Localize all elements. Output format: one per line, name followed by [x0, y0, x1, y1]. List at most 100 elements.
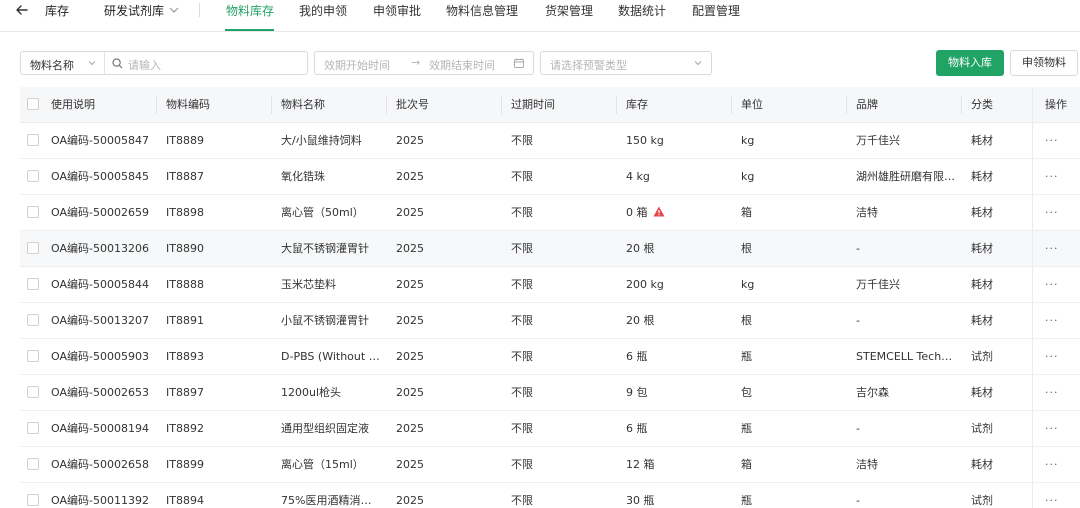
cell-desc: OA编码-50005844	[51, 267, 151, 302]
row-checkbox[interactable]	[27, 422, 39, 434]
cell-brand: 洁特	[856, 195, 956, 230]
cell-code-text: IT8898	[166, 206, 204, 219]
row-more-button[interactable]: ···	[1045, 195, 1075, 230]
cell-batch: 2025	[396, 483, 496, 508]
warning-type-select[interactable]: 请选择预警类型	[540, 51, 712, 75]
row-more-button[interactable]: ···	[1045, 123, 1075, 158]
header-actions: 操作	[1045, 98, 1067, 111]
table-row[interactable]: OA编码-50005903 IT8893 D-PBS (Without Calciu…	[20, 339, 1080, 375]
cell-name: 1200ul枪头	[281, 375, 381, 410]
cell-name-text: 玉米芯垫料	[281, 278, 336, 291]
cell-unit-text: kg	[741, 278, 755, 291]
row-checkbox[interactable]	[27, 134, 39, 146]
row-checkbox[interactable]	[27, 314, 39, 326]
cell-name-text: 大鼠不锈钢灌胃针	[281, 242, 369, 255]
tab-material-info[interactable]: 物料信息管理	[446, 2, 518, 19]
cell-unit-text: 根	[741, 314, 752, 327]
cell-stock-text: 4 kg	[626, 170, 650, 183]
row-checkbox[interactable]	[27, 242, 39, 254]
nav-divider	[199, 3, 200, 17]
cell-name-text: 通用型组织固定液	[281, 422, 369, 435]
row-checkbox[interactable]	[27, 206, 39, 218]
cell-unit: 根	[741, 303, 841, 338]
row-more-button[interactable]: ···	[1045, 447, 1075, 482]
row-checkbox[interactable]	[27, 278, 39, 290]
cell-category-text: 试剂	[971, 350, 993, 363]
cell-unit: kg	[741, 159, 841, 194]
table-row[interactable]: OA编码-50013206 IT8890 大鼠不锈钢灌胃针 2025 不限 20 根 根 - 耗…	[20, 231, 1080, 267]
table-row[interactable]: OA编码-50008194 IT8892 通用型组织固定液 2025 不限 6 瓶 瓶 - 试剂…	[20, 411, 1080, 447]
cell-category-text: 耗材	[971, 134, 993, 147]
header-brand: 品牌	[856, 98, 878, 111]
row-checkbox[interactable]	[27, 386, 39, 398]
row-checkbox[interactable]	[27, 170, 39, 182]
select-all-checkbox[interactable]	[27, 98, 39, 110]
tab-config[interactable]: 配置管理	[692, 2, 740, 19]
chevron-down-icon	[694, 61, 702, 66]
table-row[interactable]: OA编码-50002653 IT8897 1200ul枪头 2025 不限 9 包 包 吉尔森…	[20, 375, 1080, 411]
library-selector[interactable]: 研发试剂库	[104, 2, 164, 19]
row-checkbox[interactable]	[27, 458, 39, 470]
cell-code-text: IT8889	[166, 134, 204, 147]
row-more-button-text: ···	[1045, 386, 1059, 399]
table-row[interactable]: OA编码-50005845 IT8887 氧化锆珠 2025 不限 4 kg kg 湖州雄胜研…	[20, 159, 1080, 195]
date-start-input[interactable]: 效期开始时间	[324, 57, 390, 73]
cell-category-text: 耗材	[971, 314, 993, 327]
row-more-button[interactable]: ···	[1045, 267, 1075, 302]
tab-material-stock[interactable]: 物料库存	[226, 2, 274, 19]
cell-desc: OA编码-50011392	[51, 483, 151, 508]
chevron-down-icon[interactable]	[168, 4, 180, 16]
chevron-down-icon[interactable]	[87, 58, 97, 68]
cell-code: IT8898	[166, 195, 266, 230]
expiry-date-range[interactable]: 效期开始时间 → 效期结束时间	[314, 51, 534, 75]
cell-unit: 箱	[741, 195, 841, 230]
cell-category-text: 耗材	[971, 278, 993, 291]
row-more-button[interactable]: ···	[1045, 159, 1075, 194]
tab-claim-approval[interactable]: 申领审批	[373, 2, 421, 19]
row-checkbox[interactable]	[27, 350, 39, 362]
cell-desc: OA编码-50002653	[51, 375, 151, 410]
cell-code-text: IT8891	[166, 314, 204, 327]
row-more-button[interactable]: ···	[1045, 375, 1075, 410]
table-row[interactable]: OA编码-50013207 IT8891 小鼠不锈钢灌胃针 2025 不限 20 根 根 - 耗…	[20, 303, 1080, 339]
row-checkbox[interactable]	[27, 494, 39, 506]
column-divider	[1032, 303, 1033, 338]
search-input[interactable]: 请输入	[128, 57, 161, 73]
row-more-button[interactable]: ···	[1045, 303, 1075, 338]
cell-expire: 不限	[511, 483, 611, 508]
cell-desc: OA编码-50013206	[51, 231, 151, 266]
row-more-button[interactable]: ···	[1045, 411, 1075, 446]
cell-stock-text: 150 kg	[626, 134, 664, 147]
row-more-button[interactable]: ···	[1045, 483, 1075, 508]
row-more-button[interactable]: ···	[1045, 231, 1075, 266]
cell-brand: 万千佳兴	[856, 123, 956, 158]
cell-expire-text: 不限	[511, 458, 533, 471]
cell-name: 大鼠不锈钢灌胃针	[281, 231, 381, 266]
cell-name: 玉米芯垫料	[281, 267, 381, 302]
table-row[interactable]: OA编码-50011392 IT8894 75%医用酒精消毒液 2025 不限 30 瓶 瓶…	[20, 483, 1080, 508]
table-row[interactable]: OA编码-50002658 IT8899 离心管（15ml） 2025 不限 12 箱 箱 洁…	[20, 447, 1080, 483]
column-divider	[156, 96, 157, 114]
material-inbound-button[interactable]: 物料入库	[936, 50, 1004, 76]
field-select[interactable]: 物料名称	[30, 57, 74, 73]
cell-code: IT8891	[166, 303, 266, 338]
claim-material-button[interactable]: 申领物料	[1010, 50, 1078, 76]
tab-my-claims[interactable]: 我的申领	[299, 2, 347, 19]
cell-stock: 4 kg	[626, 159, 726, 194]
table-row[interactable]: OA编码-50005844 IT8888 玉米芯垫料 2025 不限 200 kg kg 万千…	[20, 267, 1080, 303]
tab-statistics[interactable]: 数据统计	[618, 2, 666, 19]
tab-shelf-management[interactable]: 货架管理	[545, 2, 593, 19]
row-more-button[interactable]: ···	[1045, 339, 1075, 374]
arrow-left-icon[interactable]	[14, 2, 30, 18]
cell-name: 小鼠不锈钢灌胃针	[281, 303, 381, 338]
column-divider	[1032, 87, 1033, 122]
header-desc: 使用说明	[51, 98, 95, 111]
cell-brand: -	[856, 231, 956, 266]
date-end-input[interactable]: 效期结束时间	[429, 57, 495, 73]
cell-desc-text: OA编码-50008194	[51, 422, 149, 435]
cell-stock-text: 200 kg	[626, 278, 664, 291]
table-row[interactable]: OA编码-50002659 IT8898 离心管（50ml） 2025 不限 0 箱 箱 洁特…	[20, 195, 1080, 231]
table-row[interactable]: OA编码-50005847 IT8889 大/小鼠维持饲料 2025 不限 150 kg k…	[20, 123, 1080, 159]
cell-code-text: IT8892	[166, 422, 204, 435]
column-divider	[846, 96, 847, 114]
